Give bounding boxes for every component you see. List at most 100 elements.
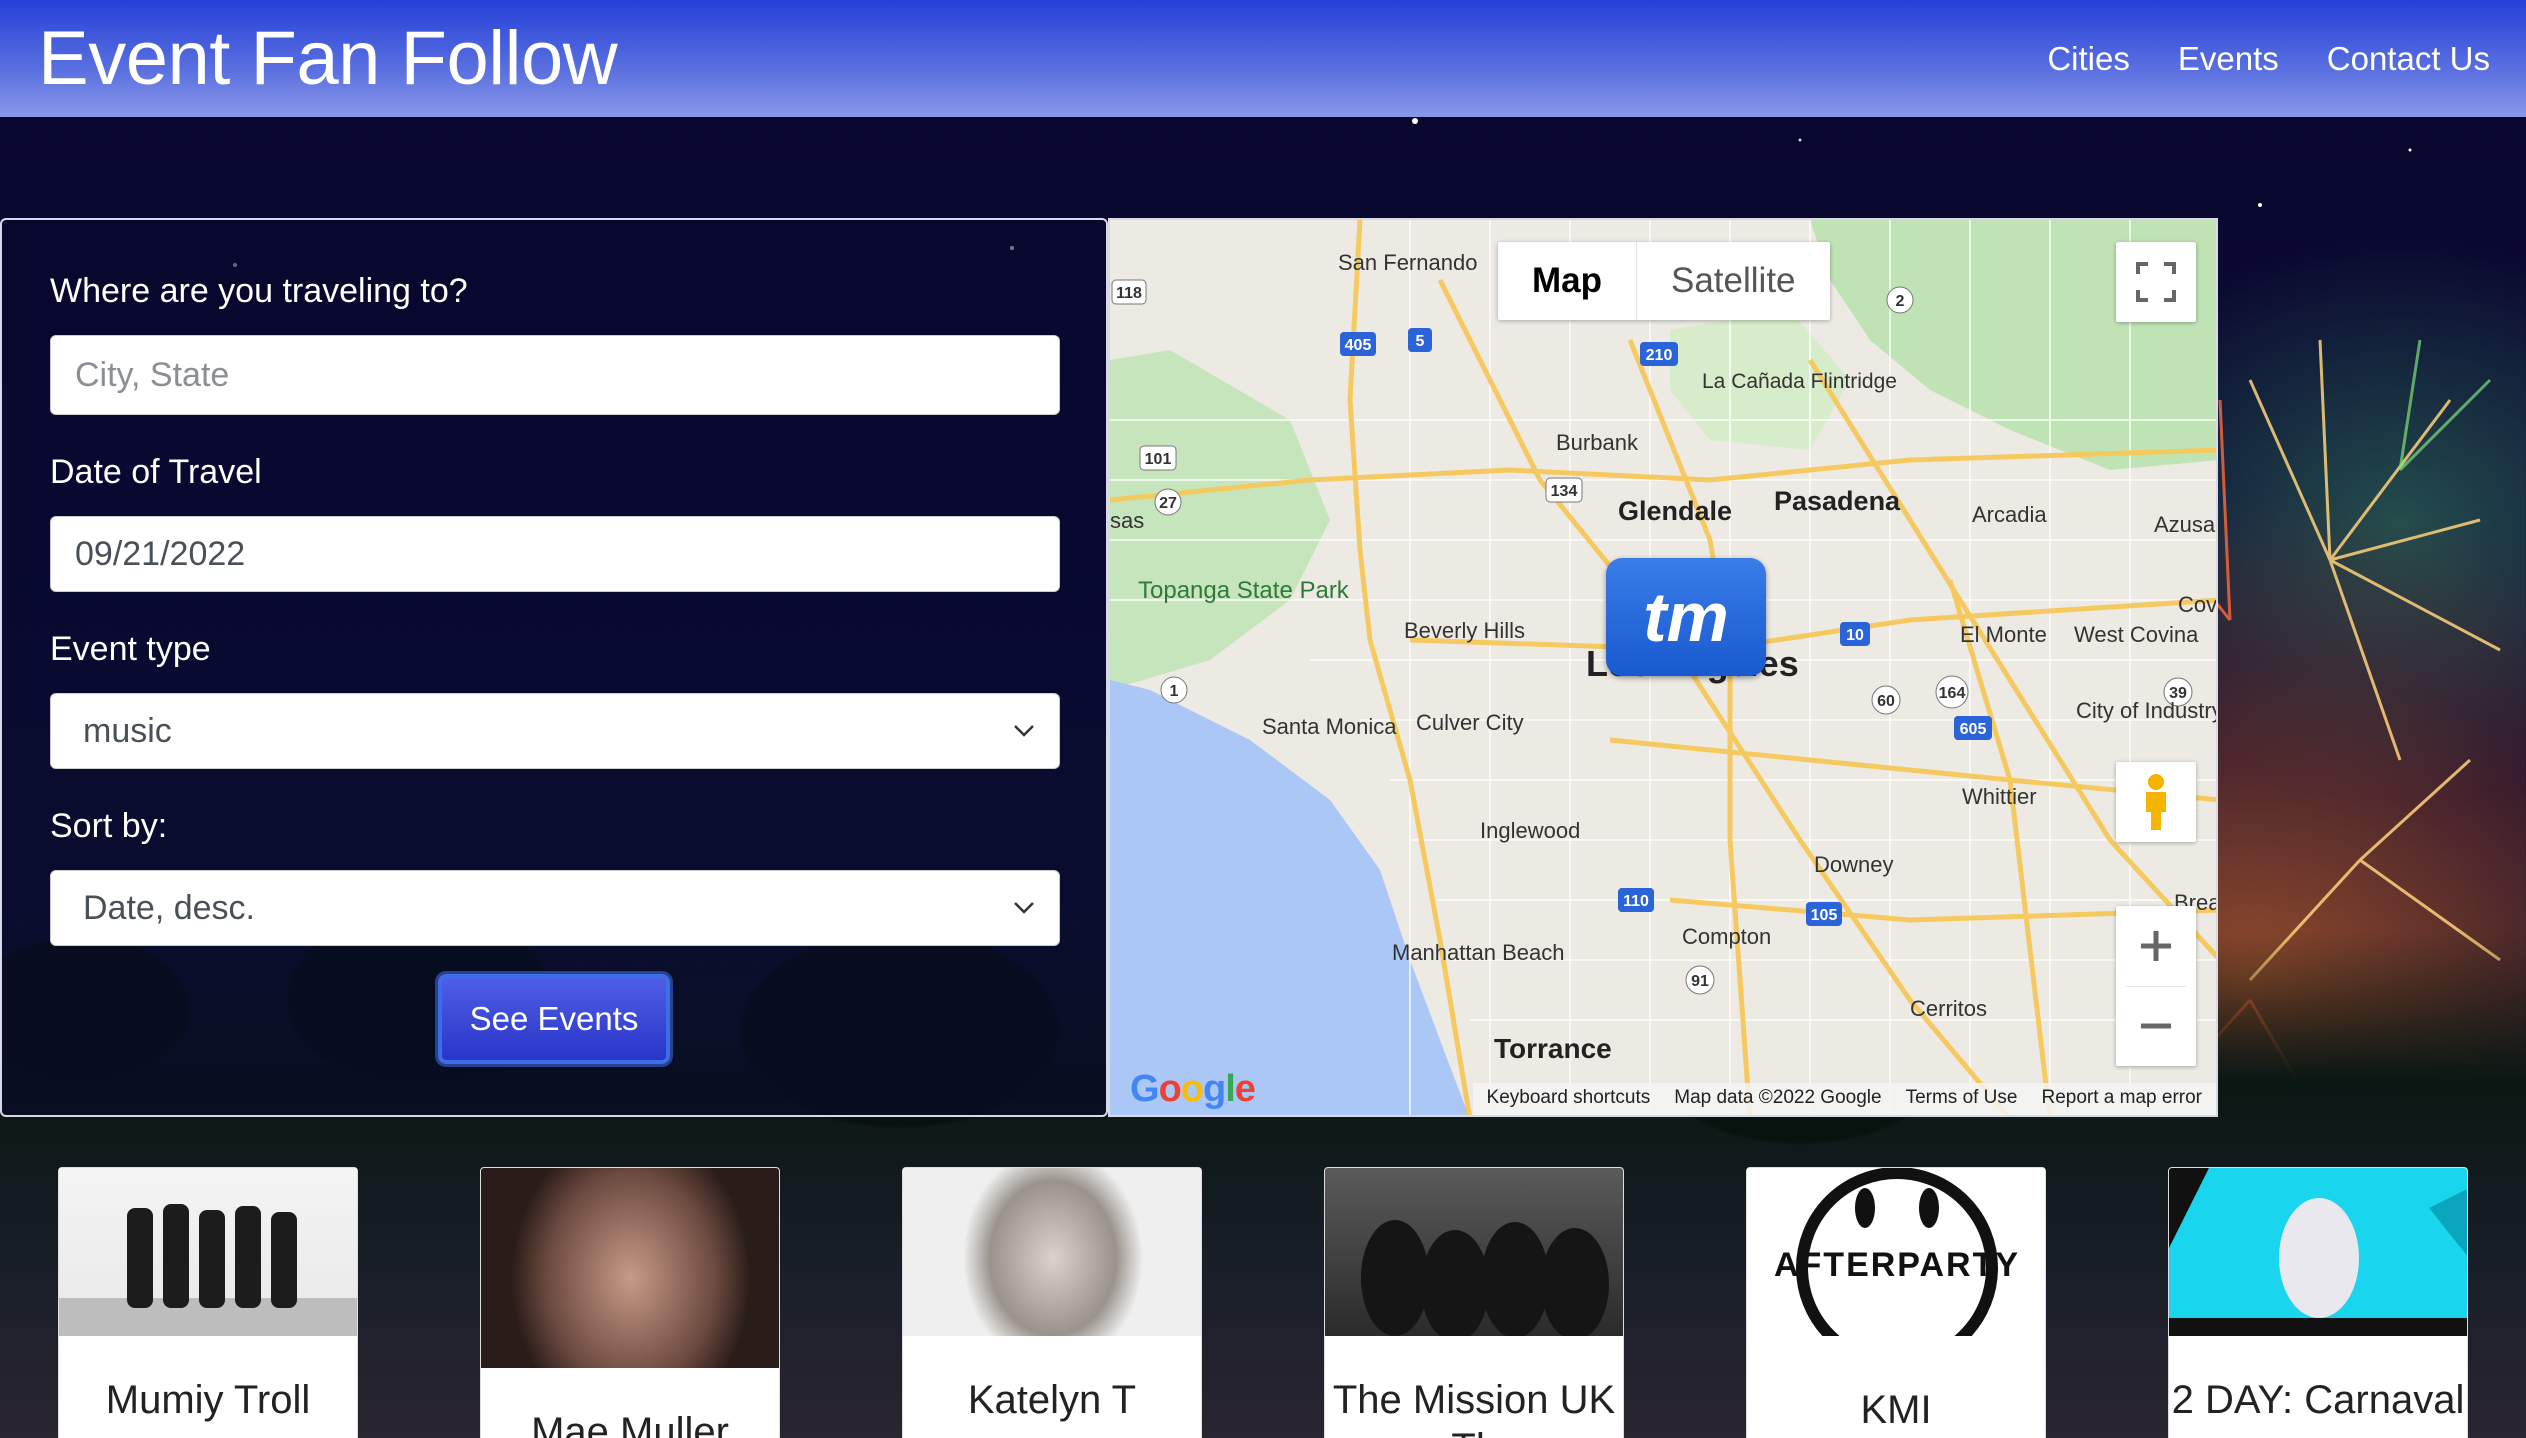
highway-shield-118: 118 (1116, 285, 1142, 302)
place-label: West Covina (2074, 622, 2199, 647)
date-label: Date of Travel (50, 453, 262, 491)
event-type-value: music (83, 711, 172, 750)
event-title[interactable]: Mae Muller (481, 1368, 779, 1438)
place-label: Downey (1814, 852, 1893, 877)
highway-shield-164: 164 (1939, 685, 1966, 702)
nav-link-events[interactable]: Events (2178, 40, 2279, 78)
map-view-button[interactable]: Map (1498, 242, 1637, 320)
sort-label: Sort by: (50, 807, 168, 845)
sort-select[interactable]: Date, desc. (50, 870, 1060, 946)
place-label: Azusa (2154, 512, 2216, 537)
event-image (1325, 1168, 1623, 1336)
place-label: Santa Monica (1262, 714, 1397, 739)
ticketmaster-marker[interactable]: tm (1606, 558, 1766, 676)
event-title[interactable]: 2 DAY: Carnaval (2169, 1336, 2467, 1424)
search-form: Where are you traveling to? City, State … (0, 218, 1108, 1117)
event-card[interactable]: AFTERPARTY KMI (1746, 1167, 2046, 1438)
minus-icon (2141, 1023, 2171, 1029)
chevron-down-icon (1014, 902, 1034, 914)
highway-shield-605: 605 (1960, 721, 1987, 738)
highway-shield-2: 2 (1896, 293, 1905, 310)
highway-shield-1: 1 (1170, 683, 1179, 700)
band-photo-icon (1361, 1220, 1609, 1336)
zoom-out-button[interactable] (2116, 987, 2196, 1067)
event-card[interactable]: Mumiy Troll (58, 1167, 358, 1438)
highway-shield-110: 110 (1623, 893, 1649, 910)
pegman-icon (2146, 774, 2166, 830)
destination-input[interactable]: City, State (50, 335, 1060, 415)
event-image (59, 1168, 357, 1336)
event-type-label: Event type (50, 630, 211, 668)
place-label: sas (1110, 508, 1144, 533)
highway-shield-60: 60 (1877, 693, 1895, 710)
highway-shield-10: 10 (1846, 627, 1864, 644)
place-label: Manhattan Beach (1392, 940, 1564, 965)
place-label: La Cañada Flintridge (1702, 370, 1897, 393)
street-view-pegman[interactable] (2116, 762, 2196, 842)
sort-value: Date, desc. (83, 888, 255, 927)
nav-links: Cities Events Contact Us (2047, 40, 2490, 78)
highway-shield-210: 210 (1646, 347, 1673, 364)
fullscreen-button[interactable] (2116, 242, 2196, 322)
event-card[interactable]: The Mission UK - The (1324, 1167, 1624, 1438)
event-title[interactable]: KMI (1747, 1336, 2045, 1434)
place-label: Cerritos (1910, 996, 1987, 1021)
zoom-in-button[interactable] (2116, 906, 2196, 986)
highway-shield-91: 91 (1691, 973, 1709, 990)
site-brand[interactable]: Event Fan Follow (38, 15, 618, 102)
terms-of-use-link[interactable]: Terms of Use (1906, 1087, 2018, 1115)
fullscreen-icon (2136, 262, 2176, 302)
place-label: Pasadena (1774, 486, 1901, 516)
chevron-down-icon (1014, 725, 1034, 737)
place-label: San Fernando (1338, 250, 1477, 275)
date-input[interactable]: 09/21/2022 (50, 516, 1060, 592)
place-label: Compton (1682, 924, 1771, 949)
event-image (903, 1168, 1201, 1336)
place-label: Inglewood (1480, 818, 1580, 843)
event-card[interactable]: Katelyn T (902, 1167, 1202, 1438)
event-type-select[interactable]: music (50, 693, 1060, 769)
svg-text:AFTERPARTY: AFTERPARTY (1774, 1246, 2020, 1284)
anime-art-icon (2169, 1168, 2467, 1336)
map-attribution: Keyboard shortcuts Map data ©2022 Google… (1472, 1083, 2216, 1115)
satellite-view-button[interactable]: Satellite (1637, 242, 1830, 320)
place-label: Cov (2178, 592, 2217, 617)
place-label: Torrance (1494, 1033, 1612, 1064)
event-image: AFTERPARTY (1747, 1168, 2045, 1336)
highway-shield-405: 405 (1345, 337, 1372, 354)
zoom-control (2116, 906, 2196, 1066)
destination-label: Where are you traveling to? (50, 272, 468, 310)
place-label: Burbank (1556, 430, 1639, 455)
keyboard-shortcuts-link[interactable]: Keyboard shortcuts (1487, 1087, 1651, 1115)
google-map[interactable]: 405 5 210 2 118 101 134 27 10 60 164 39 … (1108, 218, 2218, 1117)
place-label: Beverly Hills (1404, 618, 1525, 643)
event-card[interactable]: 2 DAY: Carnaval (2168, 1167, 2468, 1438)
event-title[interactable]: Katelyn T (903, 1336, 1201, 1424)
top-navbar: Event Fan Follow Cities Events Contact U… (0, 0, 2526, 117)
event-image (2169, 1168, 2467, 1336)
place-label: Topanga State Park (1138, 577, 1350, 604)
event-image (481, 1168, 779, 1368)
report-map-error-link[interactable]: Report a map error (2041, 1087, 2202, 1115)
nav-link-contact-us[interactable]: Contact Us (2327, 40, 2490, 78)
place-label: Whittier (1962, 784, 2037, 809)
event-card[interactable]: Mae Muller (480, 1167, 780, 1438)
highway-shield-101: 101 (1145, 451, 1172, 468)
highway-shield-134: 134 (1551, 483, 1578, 500)
event-title[interactable]: Mumiy Troll (59, 1336, 357, 1424)
highway-shield-27: 27 (1159, 495, 1177, 512)
place-label: Arcadia (1972, 502, 2047, 527)
see-events-button[interactable]: See Events (437, 974, 671, 1064)
place-label: Culver City (1416, 710, 1524, 735)
place-label: El Monte (1960, 622, 2047, 647)
place-label: Glendale (1618, 496, 1732, 526)
google-logo[interactable]: Google (1130, 1068, 1256, 1111)
event-title[interactable]: The Mission UK - The (1325, 1336, 1623, 1438)
place-label: City of Industry (2076, 698, 2218, 723)
afterparty-logo: AFTERPARTY (1774, 1168, 2020, 1336)
plus-icon (2141, 930, 2171, 961)
nav-link-cities[interactable]: Cities (2047, 40, 2130, 78)
map-data-credit: Map data ©2022 Google (1674, 1087, 1882, 1108)
map-type-control: Map Satellite (1498, 242, 1830, 320)
highway-shield-5: 5 (1416, 333, 1425, 350)
